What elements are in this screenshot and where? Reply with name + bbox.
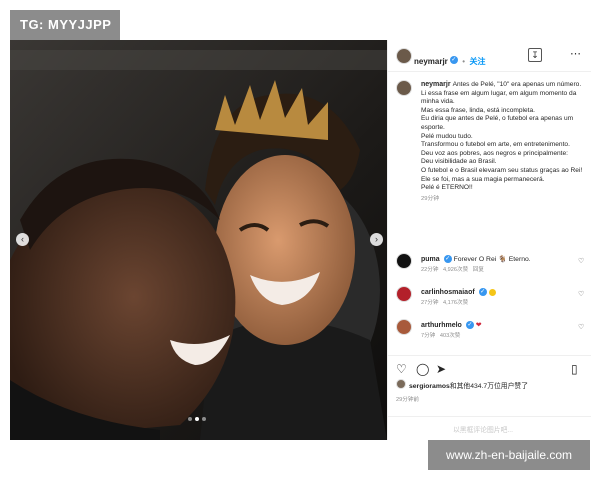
heart-icon[interactable]: ♡ (396, 362, 407, 376)
likes-count-text[interactable]: 和其他434.7万位用户赞了 (450, 383, 528, 390)
carousel-dot-active (195, 417, 199, 421)
comment-username[interactable]: puma (421, 256, 440, 263)
comment-time: 7分钟 (421, 333, 436, 339)
post-time: 29分钟前 (396, 397, 420, 403)
comment-heart-icon[interactable]: ♡ (578, 290, 584, 298)
caption-line: O futebol e o Brasil elevaram seu status… (421, 166, 583, 174)
carousel-dot (202, 417, 206, 421)
caption-line: Pelé é ETERNO!! (421, 184, 473, 192)
comment-reply[interactable]: 回复 (473, 267, 484, 273)
comment-line: arthurhmelo ✓ ❤ (421, 321, 482, 330)
comment-meta: 7分钟 403次赞 (421, 331, 460, 339)
comment-text: Forever O Rei (453, 256, 497, 263)
comment-line: puma ✓ Forever O Rei 🐐 Eterno. (421, 255, 531, 264)
share-icon[interactable]: ➤ (436, 362, 446, 376)
comment-username[interactable]: carlinhosmaiaof (421, 289, 475, 296)
post-header: neymarjr ✓ • 关注 ↧ ⋯ (388, 40, 591, 72)
caption-line: Antes de Pelé, "10" era apenas um número… (452, 81, 582, 88)
comment-meta: 27分钟 4,176次赞 (421, 298, 468, 306)
goat-emoji-icon: 🐐 (498, 256, 507, 263)
save-icon[interactable]: ↧ (528, 48, 542, 62)
caption-line: Deu voz aos pobres, aos negros e princip… (421, 149, 568, 157)
tag-label: TG: MYYJJPP (10, 10, 120, 40)
avatar[interactable] (396, 48, 412, 64)
comment-item: puma ✓ Forever O Rei 🐐 Eterno. 22分钟 4,926… (396, 253, 586, 277)
comment-heart-icon[interactable]: ♡ (578, 323, 584, 331)
carousel-dots (188, 417, 206, 421)
comment-box[interactable]: 以黑框评论图片吧... (388, 416, 591, 440)
comment-icon[interactable]: ◯ (416, 362, 429, 376)
photo-illustration (10, 40, 387, 440)
caption-line: Mas essa frase, linda, está incompleta. (421, 106, 535, 114)
comment-time: 22分钟 (421, 267, 439, 273)
likes-summary: sergioramos和其他434.7万位用户赞了 (396, 379, 591, 391)
likes-text: sergioramos和其他434.7万位用户赞了 (409, 380, 528, 390)
caption-line: Transformou o futebol em arte, em entret… (421, 141, 570, 149)
comment-time: 27分钟 (421, 300, 439, 306)
header-username[interactable]: neymarjr (414, 57, 448, 66)
likes-username[interactable]: sergioramos (409, 383, 450, 390)
comment-trail-text: Eterno. (508, 256, 531, 263)
verified-icon: ✓ (465, 321, 474, 330)
post-sidebar: neymarjr ✓ • 关注 ↧ ⋯ neymarjr Antes de Pelé… (387, 40, 591, 440)
verified-icon: ✓ (443, 255, 452, 264)
avatar[interactable] (396, 253, 412, 269)
header-user-line: neymarjr ✓ • 关注 (414, 51, 486, 69)
comment-likes[interactable]: 4,926次赞 (443, 267, 468, 273)
comment-username[interactable]: arthurhmelo (421, 322, 462, 329)
verified-icon: ✓ (449, 55, 458, 64)
watermark-label: www.zh-en-baijaile.com (428, 440, 590, 470)
avatar[interactable] (396, 379, 406, 389)
more-icon[interactable]: ⋯ (570, 47, 582, 60)
comment-input[interactable]: 以黑框评论图片吧... (453, 424, 513, 434)
carousel-dot (188, 417, 192, 421)
caption-text: neymarjr Antes de Pelé, "10" era apenas u… (421, 81, 586, 203)
comment-meta: 22分钟 4,926次赞 回复 (421, 265, 484, 273)
caption-line: Pelé mudou tudo. (421, 132, 473, 140)
red-heart-emoji-icon: ❤ (475, 322, 482, 329)
caption-line: Deu visibilidade ao Brasil. (421, 158, 497, 166)
caption-line: Li essa frase em algum lugar, em algum m… (421, 89, 577, 106)
comment-item: arthurhmelo ✓ ❤ 7分钟 403次赞 ♡ (396, 319, 586, 343)
comment-item: carlinhosmaiaof ✓ 27分钟 4,176次赞 ♡ (396, 286, 586, 310)
bookmark-icon[interactable]: ▯ (571, 362, 578, 376)
post-actions: ♡ ◯ ➤ ▯ (388, 355, 591, 377)
comment-line: carlinhosmaiaof ✓ (421, 288, 496, 296)
post-photo: ‹ › (10, 40, 387, 440)
comment-likes[interactable]: 403次赞 (440, 333, 461, 339)
caption-username[interactable]: neymarjr (421, 81, 451, 88)
comment-heart-icon[interactable]: ♡ (578, 257, 584, 265)
caption-line: Ele se foi, mas a sua magia permanecerá. (421, 175, 545, 183)
avatar[interactable] (396, 80, 412, 96)
verified-icon: ✓ (478, 288, 487, 296)
carousel-next-button[interactable]: › (370, 233, 383, 246)
instagram-post: ‹ › neymarjr ✓ • 关注 ↧ ⋯ neymarjr Antes de … (10, 40, 591, 440)
comment-likes[interactable]: 4,176次赞 (443, 300, 468, 306)
avatar[interactable] (396, 286, 412, 302)
face-emoji-icon (488, 288, 496, 296)
carousel-prev-button[interactable]: ‹ (16, 233, 29, 246)
caption-time: 29分钟 (421, 195, 440, 202)
follow-button[interactable]: 关注 (470, 57, 486, 66)
avatar[interactable] (396, 319, 412, 335)
caption-line: Eu diria que antes de Pelé, o futebol er… (421, 115, 574, 131)
separator-dot: • (462, 57, 466, 66)
